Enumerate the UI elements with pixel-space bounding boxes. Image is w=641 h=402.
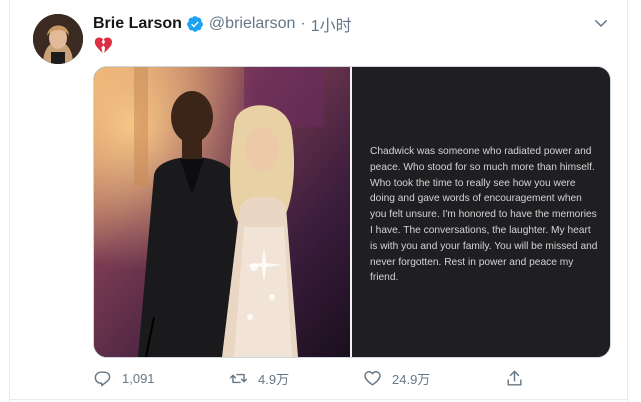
retweet-count: 4.9万 [258, 371, 290, 387]
retweet-button[interactable]: 4.9万 [229, 364, 289, 392]
timeline-left-border [9, 0, 10, 402]
like-button[interactable]: 24.9万 [363, 364, 430, 392]
share-icon [507, 370, 522, 386]
timestamp[interactable]: 1小时 [311, 12, 352, 36]
separator-dot: · [300, 15, 306, 32]
author-name[interactable]: Brie Larson [93, 15, 182, 33]
verified-badge-icon [187, 16, 203, 32]
tweet-header: Brie Larson @brielarson · 1小时 [93, 13, 352, 35]
avatar[interactable] [33, 14, 83, 64]
share-button[interactable] [505, 364, 534, 392]
reply-button[interactable]: 1,091 [93, 364, 155, 392]
chevron-down-icon[interactable] [592, 14, 610, 32]
broken-heart-icon [94, 37, 112, 54]
timeline-right-border [627, 0, 628, 402]
tweet-media[interactable]: Chadwick was someone who radiated power … [93, 66, 611, 358]
like-count: 24.9万 [392, 371, 431, 387]
heart-icon [364, 370, 381, 386]
photo[interactable] [94, 67, 350, 357]
retweet-icon [229, 373, 248, 383]
action-bar: 1,091 4.9万 24.9万 [93, 364, 613, 392]
reply-icon [94, 370, 111, 386]
statement-text: Chadwick was someone who radiated power … [370, 146, 598, 284]
tweet-card[interactable]: Brie Larson @brielarson · 1小时 Chadwick w… [0, 0, 641, 402]
author-handle[interactable]: @brielarson [209, 15, 296, 33]
reply-count: 1,091 [122, 370, 155, 386]
statement-card[interactable]: Chadwick was someone who radiated power … [352, 67, 610, 357]
tweet-bottom-border [9, 399, 628, 400]
